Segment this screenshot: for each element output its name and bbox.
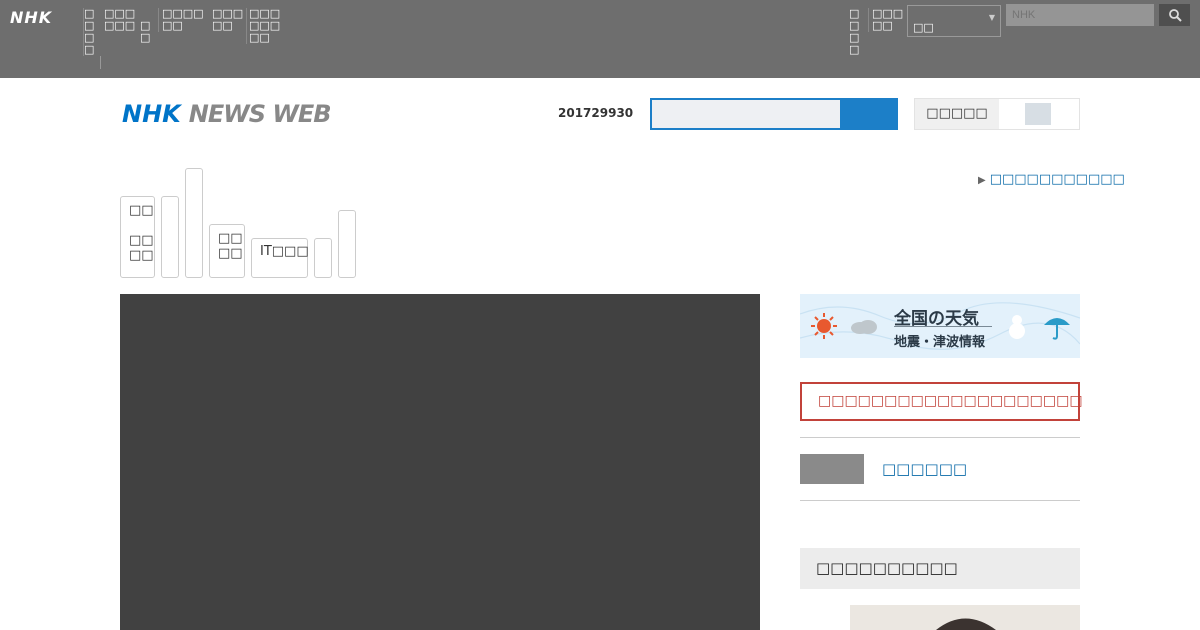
alert-link-box[interactable]: □□□□□□□□□□□□□□□□□□□□ — [800, 382, 1083, 421]
gnav-item-5[interactable]: □□□□□ — [210, 8, 246, 32]
news-web-logo[interactable]: NHK NEWS WEB — [122, 100, 332, 130]
gnav-item-label: □□□□□ — [212, 7, 244, 32]
region-select[interactable]: □□ ▼ — [907, 5, 1001, 37]
display-mode-toggle[interactable]: □□□□□ — [914, 98, 1080, 130]
category-tab-7[interactable] — [338, 210, 356, 278]
category-tab-2[interactable] — [161, 196, 179, 278]
category-tab-6[interactable] — [314, 238, 332, 278]
main-video-player[interactable] — [120, 294, 760, 630]
snowman-icon — [1009, 315, 1025, 339]
category-tab-3[interactable] — [185, 168, 203, 278]
site-search — [650, 98, 898, 130]
gnav-item-label: □□□□□ — [872, 7, 904, 32]
sun-icon — [811, 313, 837, 339]
sidebar-section-title: □□□□□□□□□□ — [800, 548, 1080, 589]
gnav-item-2[interactable]: □□□□□□ — [104, 8, 140, 32]
mode-toggle-label: □□□□□ — [915, 99, 999, 129]
global-search-button[interactable] — [1159, 4, 1190, 26]
umbrella-icon — [1044, 318, 1070, 340]
region-select-value: □□ — [913, 21, 934, 34]
weather-divider — [894, 326, 992, 327]
date-display: 201729930 — [558, 106, 634, 120]
topic-link[interactable]: ▶ □□□□□□□□□□□ — [978, 172, 1125, 187]
global-search-input[interactable] — [1006, 4, 1154, 26]
gnav-item-label: □□□□ — [84, 7, 95, 56]
gnav-item-8[interactable]: □□□□□ — [868, 8, 906, 32]
gnav-divider — [100, 56, 101, 69]
person-photo — [850, 605, 1080, 630]
gnav-item-label: □□ — [140, 19, 151, 44]
gnav-item-6[interactable]: □□□□□□□□ — [246, 8, 282, 44]
global-nav-bar: NHK □□□□ □□□□□□ □□ □□□□□□ □□□□□ □□□□□□□□… — [0, 0, 1200, 78]
sidebar-divider — [800, 437, 1080, 438]
cloud-icon — [851, 320, 877, 334]
gnav-item-label: □□□□□□□□ — [249, 7, 281, 44]
search-icon — [1168, 9, 1182, 22]
sidebar-thumb-button[interactable] — [800, 454, 864, 484]
sidebar-divider — [800, 500, 1080, 501]
category-tab-1[interactable]: □□ □□ □□ — [120, 196, 155, 278]
category-tab-4[interactable]: □□ □□ — [209, 224, 245, 278]
category-tab-5[interactable]: IT□□□ — [251, 238, 309, 278]
logo-nhk-text: NHK — [122, 100, 181, 128]
gnav-item-7[interactable]: □□□□ — [849, 8, 865, 56]
gnav-item-3[interactable]: □□ — [140, 20, 158, 44]
logo-newsweb-text: NEWS WEB — [188, 100, 332, 128]
site-search-button[interactable] — [840, 100, 896, 128]
gnav-item-label: □□□□□□ — [162, 7, 204, 32]
chevron-down-icon: ▼ — [988, 13, 995, 22]
weather-subtitle: 地震・津波情報 — [894, 335, 986, 350]
triangle-right-icon: ▶ — [978, 175, 986, 186]
sidebar-link[interactable]: □□□□□□ — [882, 460, 967, 478]
weather-banner[interactable]: 全国の天気 地震・津波情報 — [800, 294, 1080, 358]
mode-toggle-switch[interactable] — [1025, 103, 1051, 125]
gnav-item-4[interactable]: □□□□□□ — [158, 8, 206, 32]
nhk-logo[interactable]: NHK — [10, 8, 52, 27]
gnav-item-1[interactable]: □□□□ — [83, 8, 98, 56]
topic-link-label: □□□□□□□□□□□ — [989, 172, 1125, 187]
sidebar-thumbnail-image[interactable] — [850, 605, 1080, 630]
site-search-input[interactable] — [652, 100, 840, 128]
gnav-item-label: □□□□ — [849, 7, 860, 56]
gnav-item-label: □□□□□□ — [104, 7, 136, 32]
